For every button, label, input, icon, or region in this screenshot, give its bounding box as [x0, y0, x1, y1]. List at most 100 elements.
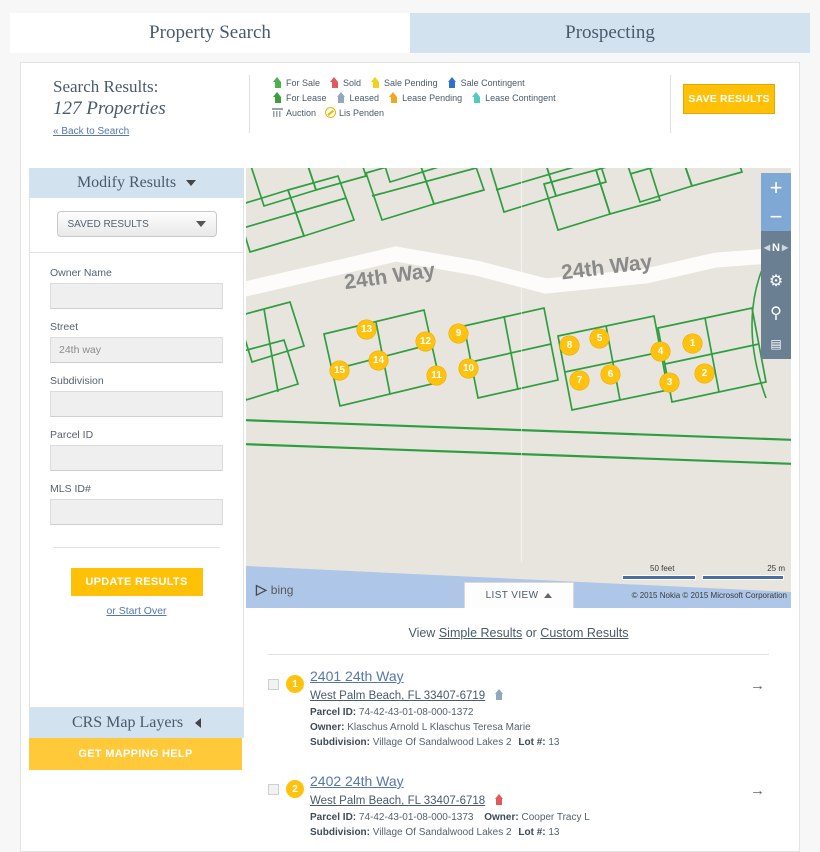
- result-row: 1 2401 24th Way West Palm Beach, FL 3340…: [246, 655, 791, 760]
- marker-label: 7: [576, 375, 583, 386]
- get-mapping-help-label: GET MAPPING HELP: [78, 748, 193, 760]
- map-marker-14[interactable]: 14: [369, 351, 388, 370]
- view-custom-results-link[interactable]: Custom Results: [540, 626, 628, 640]
- map-view[interactable]: 24th Way 24th Way 1 2 3 4 5 6 7 8 9 10 1…: [246, 168, 791, 608]
- mls-id-input[interactable]: [50, 499, 223, 525]
- owner-value: Cooper Tracy L: [521, 812, 590, 823]
- result-address-link[interactable]: 2402 24th Way: [310, 772, 769, 791]
- result-checkbox[interactable]: [268, 784, 279, 795]
- legend-label: Sale Contingent: [460, 77, 525, 88]
- tab-prospecting[interactable]: Prospecting: [410, 13, 810, 53]
- parcel-id-input[interactable]: [50, 445, 223, 471]
- saved-results-container: SAVED RESULTS: [29, 198, 244, 253]
- owner-name-input[interactable]: [50, 283, 223, 309]
- subdivision-value: Village Of Sandalwood Lakes 2: [372, 737, 512, 748]
- map-marker-12[interactable]: 12: [416, 332, 435, 351]
- map-marker-10[interactable]: 10: [459, 359, 478, 378]
- map-marker-3[interactable]: 3: [660, 373, 679, 392]
- parcel-id-label: Parcel ID:: [310, 812, 357, 823]
- tab-property-search[interactable]: Property Search: [10, 13, 410, 53]
- ruler-glyph: ▤: [770, 336, 782, 351]
- result-detail-arrow[interactable]: →: [750, 677, 765, 694]
- map-marker-15[interactable]: 15: [330, 361, 349, 380]
- result-city[interactable]: West Palm Beach, FL 33407-6718: [310, 793, 485, 810]
- gear-icon[interactable]: ⚙: [761, 264, 791, 297]
- scale-meters-label: 25 m: [767, 564, 785, 573]
- field-label: Owner Name: [50, 267, 112, 279]
- legend-label: Lease Contingent: [485, 92, 556, 103]
- marker-label: 15: [333, 365, 346, 376]
- marker-label: 5: [596, 333, 603, 344]
- result-city-line: West Palm Beach, FL 33407-6719: [310, 686, 769, 705]
- legend-label: Sold: [343, 77, 362, 88]
- map-marker-4[interactable]: 4: [651, 342, 670, 361]
- results-list: View Simple Results or Custom Results 1 …: [246, 608, 791, 846]
- start-over-link[interactable]: or Start Over: [50, 605, 223, 617]
- view-or: or: [525, 626, 537, 640]
- marker-label: 14: [372, 355, 385, 366]
- legend-row: For Lease Leased Lease Pending Lease Con…: [272, 90, 669, 105]
- compass-icon[interactable]: ◀ N ▶: [761, 231, 791, 264]
- map-marker-7[interactable]: 7: [570, 371, 589, 390]
- view-simple-results-link[interactable]: Simple Results: [439, 626, 522, 640]
- chevron-down-icon: [186, 180, 197, 186]
- lis-penden-icon: [325, 107, 337, 118]
- modify-results-header[interactable]: Modify Results: [29, 168, 244, 198]
- zoom-in-glyph: +: [769, 174, 783, 200]
- view-prefix: View: [408, 626, 436, 640]
- ruler-icon[interactable]: ▤: [761, 328, 791, 359]
- map-marker-13[interactable]: 13: [357, 320, 376, 339]
- legend-label: Lease Pending: [402, 92, 463, 103]
- magnifier-icon[interactable]: ⚲: [761, 297, 791, 328]
- get-mapping-help-button[interactable]: GET MAPPING HELP: [29, 738, 242, 770]
- map-marker-6[interactable]: 6: [601, 365, 620, 384]
- subdivision-input[interactable]: [50, 391, 223, 417]
- field-subdivision: Subdivision: [50, 375, 223, 429]
- result-number-badge: 2: [286, 780, 304, 798]
- map-marker-1[interactable]: 1: [683, 334, 702, 353]
- legend-label: Sale Pending: [384, 77, 438, 88]
- result-address-link[interactable]: 2401 24th Way: [310, 667, 769, 686]
- map-marker-5[interactable]: 5: [590, 329, 609, 348]
- bing-label: bing: [270, 582, 294, 597]
- saved-results-dropdown[interactable]: SAVED RESULTS: [56, 211, 217, 237]
- save-results-label: SAVE RESULTS: [688, 93, 770, 105]
- result-checkbox[interactable]: [268, 679, 279, 690]
- results-header: Search Results: 127 Properties « Back to…: [21, 63, 799, 143]
- map-marker-9[interactable]: 9: [449, 324, 468, 343]
- result-parcel-owner-line: Parcel ID: 74-42-43-01-08-000-1373 Owner…: [310, 810, 769, 825]
- marker-label: 9: [455, 328, 462, 339]
- map-scale-bar: 50 feet 25 m: [622, 564, 787, 588]
- chevron-down-icon: [195, 221, 206, 227]
- field-street: Street: [50, 321, 223, 375]
- crs-map-layers-header[interactable]: CRS Map Layers: [29, 708, 244, 738]
- marker-label: 11: [431, 370, 442, 381]
- map-marker-11[interactable]: 11: [427, 366, 446, 385]
- map-marker-8[interactable]: 8: [560, 336, 579, 355]
- map-controls: + − ◀ N ▶ ⚙ ⚲ ▤: [761, 173, 791, 359]
- tab-prospecting-label: Prospecting: [565, 22, 655, 43]
- lot-label: Lot #:: [518, 827, 546, 838]
- lot-value: 13: [548, 737, 560, 748]
- scale-feet-label: 50 feet: [650, 564, 675, 573]
- marker-label: 2: [701, 368, 708, 379]
- zoom-in-icon[interactable]: +: [761, 173, 791, 202]
- list-view-label: LIST VIEW: [485, 590, 539, 601]
- map-marker-2[interactable]: 2: [695, 364, 714, 383]
- result-owner-line: Owner: Klaschus Arnold L Klaschus Teresa…: [310, 720, 769, 735]
- back-to-search-link[interactable]: « Back to Search: [53, 126, 129, 137]
- legend-label: Auction: [286, 107, 317, 118]
- gear-glyph: ⚙: [768, 272, 784, 290]
- zoom-out-icon[interactable]: −: [761, 202, 791, 231]
- result-detail-arrow[interactable]: →: [750, 782, 765, 799]
- lot-value: 13: [548, 827, 560, 838]
- view-toggle: View Simple Results or Custom Results: [246, 608, 791, 654]
- legend-item-auction: Auction: [272, 107, 316, 118]
- save-results-button[interactable]: SAVE RESULTS: [683, 84, 775, 114]
- street-input[interactable]: [50, 337, 223, 363]
- update-results-button[interactable]: UPDATE RESULTS: [70, 568, 203, 596]
- result-city[interactable]: West Palm Beach, FL 33407-6719: [310, 688, 485, 705]
- marker-label: 10: [462, 363, 475, 374]
- list-view-button[interactable]: LIST VIEW: [464, 582, 574, 608]
- compass-glyph: N: [772, 241, 780, 254]
